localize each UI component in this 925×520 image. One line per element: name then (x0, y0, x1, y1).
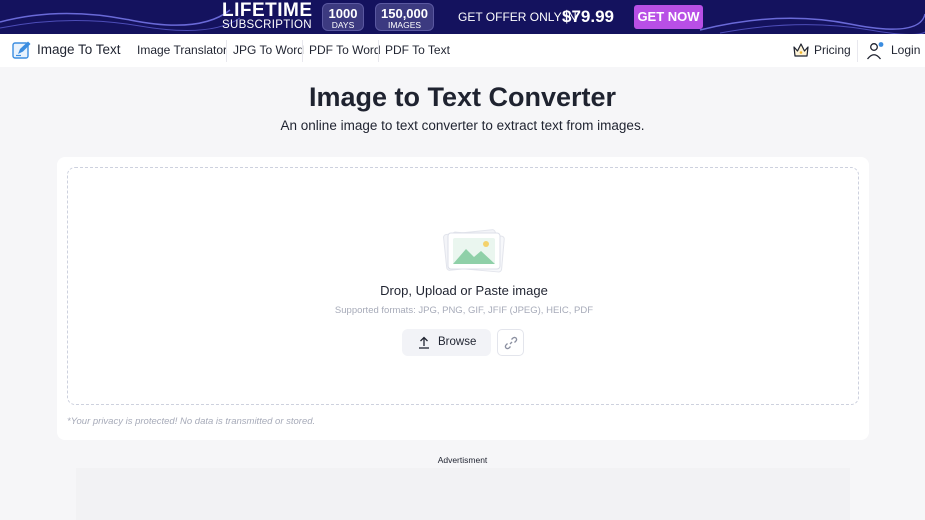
privacy-note: *Your privacy is protected! No data is t… (67, 416, 316, 427)
page-subtitle: An online image to text converter to ext… (280, 118, 645, 133)
link-icon (504, 336, 518, 350)
promo-days-pill: 1000 DAYS (322, 3, 364, 31)
dropzone-title: Drop, Upload or Paste image (380, 283, 548, 298)
nav-divider (378, 40, 379, 62)
page-title: Image to Text Converter (308, 82, 617, 112)
login-user-icon[interactable] (865, 41, 885, 61)
nav-divider (857, 40, 858, 62)
image-dropzone[interactable]: Drop, Upload or Paste image Supported fo… (67, 167, 859, 405)
crown-icon[interactable] (792, 41, 810, 59)
nav-item-jpg-to-word[interactable]: JPG To Word (233, 43, 304, 57)
ad-slot[interactable] (76, 468, 850, 520)
image-placeholder-icon (443, 229, 505, 273)
promo-images-pill: 150,000 IMAGES (375, 3, 434, 31)
top-navbar: Image To Text Image Translator JPG To Wo… (0, 34, 925, 67)
pill-number: 150,000 (381, 6, 428, 21)
offer-text: GET OFFER ONLY IN (458, 10, 577, 24)
nav-item-image-translator[interactable]: Image Translator (137, 43, 227, 57)
supported-formats-text: Supported formats: JPG, PNG, GIF, JFIF (… (334, 305, 594, 316)
login-link[interactable]: Login (891, 43, 920, 57)
nav-item-pdf-to-text[interactable]: PDF To Text (385, 43, 450, 57)
pricing-link[interactable]: Pricing (814, 43, 851, 57)
promo-title: LIFETIME (222, 0, 313, 21)
browse-button-label: Browse (438, 336, 477, 348)
offer-price: $79.99 (562, 7, 614, 26)
promo-subtitle: SUBSCRIPTION (222, 19, 312, 31)
pill-unit: DAYS (331, 20, 355, 30)
browse-button[interactable]: Browse (402, 329, 491, 356)
paste-url-button[interactable] (497, 329, 524, 356)
get-now-button[interactable]: GET NOW (634, 5, 703, 29)
pill-number: 1000 (328, 6, 358, 21)
nav-divider (302, 40, 303, 62)
nav-item-pdf-to-word[interactable]: PDF To Word (309, 43, 381, 57)
upload-card: Drop, Upload or Paste image Supported fo… (57, 157, 869, 440)
upload-arrow-icon (419, 336, 429, 349)
logo-link[interactable]: Image To Text (37, 42, 121, 57)
ad-label: Advertisment (437, 455, 488, 465)
nav-divider (226, 40, 227, 62)
promo-banner[interactable]: LIFETIME SUBSCRIPTION 1000 DAYS 150,000 … (0, 0, 925, 34)
edit-note-icon[interactable] (12, 40, 32, 60)
pill-unit: IMAGES (387, 20, 422, 30)
